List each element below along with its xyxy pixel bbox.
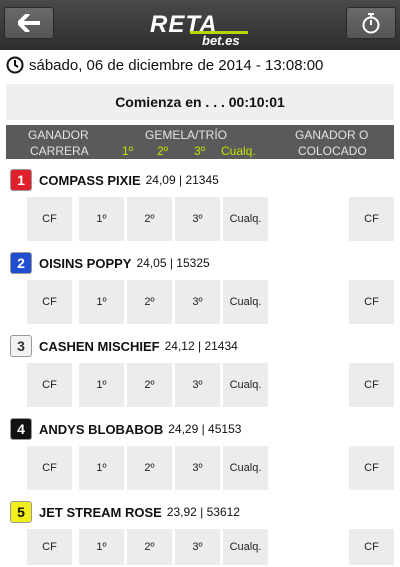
col-ganador: GANADOR — [28, 128, 89, 142]
runner-header: 3 CASHEN MISCHIEF 24,12 | 21434 — [10, 332, 238, 360]
runner-header: 2 OISINS POPPY 24,05 | 15325 — [10, 249, 210, 277]
bet-cf-right[interactable]: CF — [349, 529, 394, 565]
col-colocado: COLOCADO — [298, 144, 367, 158]
runner-name: OISINS POPPY — [39, 255, 132, 271]
runner-row: 3 CASHEN MISCHIEF 24,12 | 21434 CF 1º 2º… — [0, 332, 400, 415]
runner-number-badge: 3 — [10, 335, 32, 357]
logo: RETA bet.es — [150, 11, 250, 48]
clock-icon — [6, 56, 24, 74]
top-bar: RETA bet.es — [0, 0, 400, 50]
runner-row: 1 COMPASS PIXIE 24,09 | 21345 CF 1º 2º 3… — [0, 166, 400, 249]
bet-cf-left[interactable]: CF — [27, 197, 72, 241]
runner-header: 5 JET STREAM ROSE 23,92 | 53612 — [10, 498, 240, 526]
bet-second[interactable]: 2º — [127, 446, 172, 490]
bet-third[interactable]: 3º — [175, 446, 220, 490]
bet-any[interactable]: Cualq. — [223, 529, 268, 565]
race-datetime-row: sábado, 06 de diciembre de 2014 - 13:08:… — [0, 50, 400, 80]
bet-third[interactable]: 3º — [175, 529, 220, 565]
runner-odds: 24,12 | 21434 — [164, 339, 238, 353]
bet-any[interactable]: Cualq. — [223, 197, 268, 241]
bet-cf-right[interactable]: CF — [349, 197, 394, 241]
runner-name: COMPASS PIXIE — [39, 172, 141, 188]
col-second: 2º — [157, 144, 169, 158]
runner-row: 5 JET STREAM ROSE 23,92 | 53612 CF 1º 2º… — [0, 498, 400, 567]
col-first: 1º — [122, 144, 134, 158]
runner-odds: 23,92 | 53612 — [166, 505, 240, 519]
bet-second[interactable]: 2º — [127, 529, 172, 565]
bet-third[interactable]: 3º — [175, 363, 220, 407]
arrow-left-icon — [18, 14, 40, 32]
runner-odds: 24,29 | 45153 — [168, 422, 242, 436]
col-any: Cualq. — [221, 144, 256, 158]
runner-name: CASHEN MISCHIEF — [39, 338, 160, 354]
runner-row: 4 ANDYS BLOBABOB 24,29 | 45153 CF 1º 2º … — [0, 415, 400, 498]
timer-button[interactable] — [346, 7, 396, 39]
countdown-banner: Comienza en . . . 00:10:01 — [6, 84, 394, 120]
bet-first[interactable]: 1º — [79, 280, 124, 324]
bet-cf-left[interactable]: CF — [27, 363, 72, 407]
logo-sub-text: bet.es — [202, 33, 240, 48]
bet-any[interactable]: Cualq. — [223, 446, 268, 490]
bet-cf-right[interactable]: CF — [349, 363, 394, 407]
bet-first[interactable]: 1º — [79, 529, 124, 565]
runner-number-badge: 4 — [10, 418, 32, 440]
col-carrera: CARRERA — [30, 144, 89, 158]
col-gemela: GEMELA/TRÍO — [145, 128, 228, 142]
runner-odds: 24,09 | 21345 — [145, 173, 219, 187]
bet-any[interactable]: Cualq. — [223, 280, 268, 324]
runner-number-badge: 2 — [10, 252, 32, 274]
back-button[interactable] — [4, 7, 54, 39]
bet-third[interactable]: 3º — [175, 280, 220, 324]
bet-cf-right[interactable]: CF — [349, 446, 394, 490]
runner-number-badge: 5 — [10, 501, 32, 523]
bet-cf-left[interactable]: CF — [27, 446, 72, 490]
bet-second[interactable]: 2º — [127, 363, 172, 407]
runner-name: JET STREAM ROSE — [39, 504, 162, 520]
bet-first[interactable]: 1º — [79, 197, 124, 241]
stopwatch-icon — [362, 13, 380, 34]
bet-cf-left[interactable]: CF — [27, 529, 72, 565]
runner-row: 2 OISINS POPPY 24,05 | 15325 CF 1º 2º 3º… — [0, 249, 400, 332]
runner-name: ANDYS BLOBABOB — [39, 421, 164, 437]
col-third: 3º — [194, 144, 206, 158]
runner-header: 1 COMPASS PIXIE 24,09 | 21345 — [10, 166, 219, 194]
bet-second[interactable]: 2º — [127, 280, 172, 324]
bet-first[interactable]: 1º — [79, 446, 124, 490]
bet-columns-header: GANADOR CARRERA GEMELA/TRÍO 1º 2º 3º Cua… — [6, 125, 394, 159]
col-ganador-o: GANADOR O — [295, 128, 369, 142]
countdown-text: Comienza en . . . 00:10:01 — [115, 94, 285, 110]
bet-cf-right[interactable]: CF — [349, 280, 394, 324]
race-datetime: sábado, 06 de diciembre de 2014 - 13:08:… — [29, 56, 324, 74]
bet-first[interactable]: 1º — [79, 363, 124, 407]
bet-cf-left[interactable]: CF — [27, 280, 72, 324]
bet-third[interactable]: 3º — [175, 197, 220, 241]
bet-any[interactable]: Cualq. — [223, 363, 268, 407]
runner-header: 4 ANDYS BLOBABOB 24,29 | 45153 — [10, 415, 241, 443]
runner-odds: 24,05 | 15325 — [136, 256, 210, 270]
runner-number-badge: 1 — [10, 169, 32, 191]
bet-second[interactable]: 2º — [127, 197, 172, 241]
